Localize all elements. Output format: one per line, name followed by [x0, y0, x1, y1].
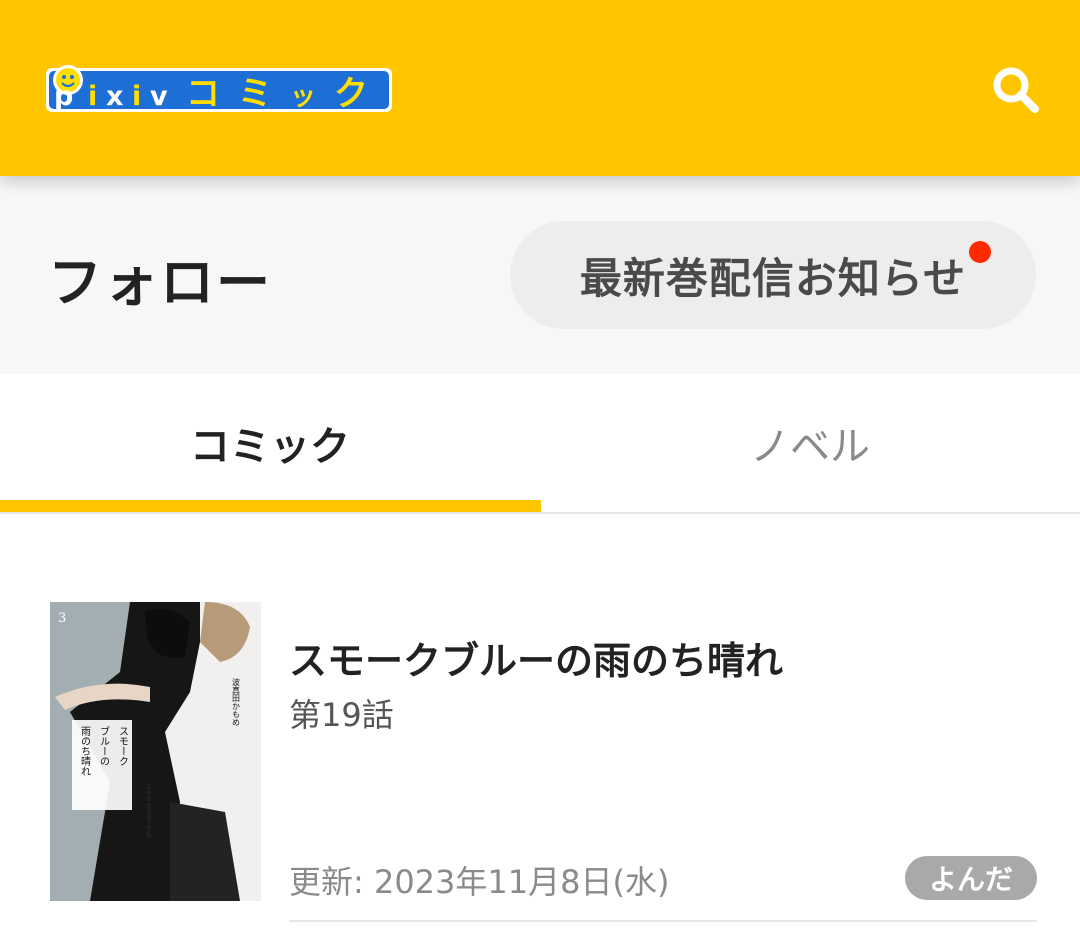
svg-text:ク: ク: [334, 74, 368, 114]
svg-text:x: x: [106, 81, 123, 112]
svg-text:ブルーの: ブルーの: [98, 725, 110, 766]
tab-comic[interactable]: コミック: [0, 374, 540, 512]
tab-novel[interactable]: ノベル: [540, 374, 1080, 512]
page-title: フォロー: [48, 251, 272, 314]
active-tab-indicator: [0, 500, 541, 512]
svg-text:コ: コ: [186, 74, 220, 114]
item-divider: [289, 920, 1037, 922]
svg-text:i: i: [132, 81, 141, 112]
svg-text:雨のち晴れ: 雨のち晴れ: [79, 726, 91, 776]
pixiv-comic-logo[interactable]: p i x i v コ ミ ッ ク: [44, 62, 396, 120]
notification-dot: [969, 241, 991, 263]
svg-text:3: 3: [58, 611, 66, 626]
new-volume-notice-button[interactable]: 最新巻配信お知らせ: [510, 221, 1036, 329]
updated-date: 更新: 2023年11月8日(水): [289, 863, 670, 901]
svg-text:i: i: [88, 81, 97, 112]
svg-text:ッ: ッ: [290, 82, 316, 112]
list-item[interactable]: 3 スモーク ブルーの 雨のち晴れ 波真田かもめ LIFE IN SMOKEY …: [0, 514, 1080, 929]
svg-text:スモーク: スモーク: [117, 726, 128, 766]
comic-title: スモークブルーの雨のち晴れ: [289, 639, 784, 683]
app-header: p i x i v コ ミ ッ ク: [0, 0, 1080, 176]
svg-text:p: p: [54, 81, 73, 112]
episode-label: 第19話: [289, 696, 394, 734]
svg-text:LIFE IN SMOKEY BLUE: LIFE IN SMOKEY BLUE: [145, 784, 151, 838]
svg-text:波真田かもめ: 波真田かもめ: [232, 677, 241, 726]
category-tabs: コミック ノベル: [0, 374, 1080, 514]
read-status-badge: よんだ: [905, 856, 1037, 900]
notice-button-label: 最新巻配信お知らせ: [579, 253, 967, 303]
svg-text:ミ: ミ: [238, 74, 272, 114]
comic-cover-image[interactable]: 3 スモーク ブルーの 雨のち晴れ 波真田かもめ LIFE IN SMOKEY …: [50, 602, 261, 901]
search-icon: [993, 67, 1039, 113]
search-button[interactable]: [984, 58, 1048, 122]
svg-text:v: v: [150, 81, 168, 112]
